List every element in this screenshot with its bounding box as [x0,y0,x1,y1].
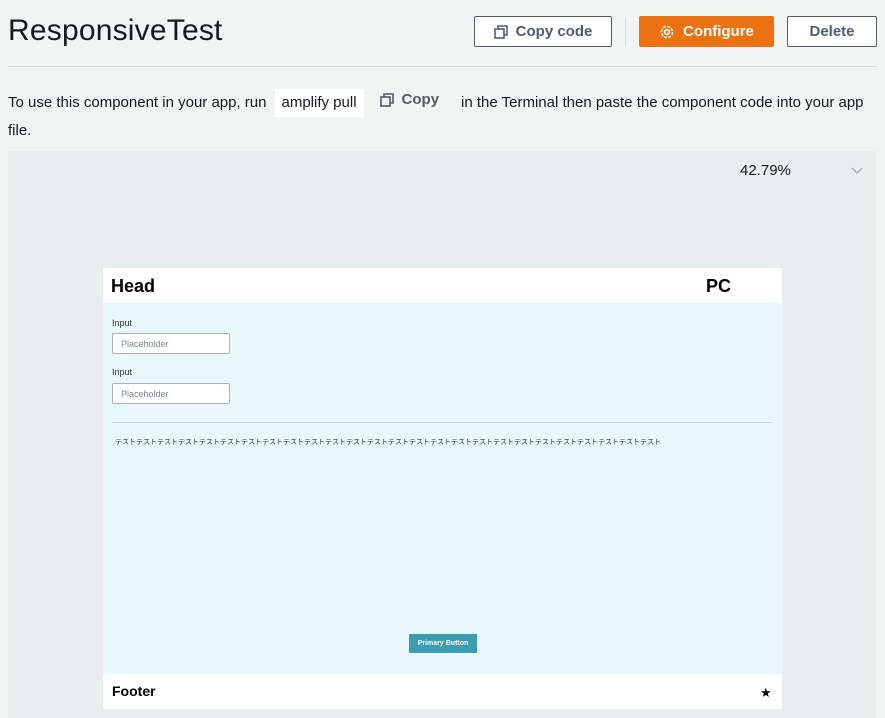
preview-divider [112,422,772,423]
configure-button[interactable]: Configure [639,16,774,47]
preview-body: Input Placeholder Input Placeholder テストテ… [103,303,782,674]
configure-label: Configure [683,23,754,40]
delete-label: Delete [809,23,855,40]
input-label: Input [112,318,133,328]
preview-input-field[interactable]: Placeholder [112,383,230,404]
copy-code-label: Copy code [515,23,593,40]
page-title: ResponsiveTest [8,14,223,47]
usage-instructions: To use this component in your app, run am… [8,86,868,145]
copy-command-label: Copy [401,91,440,108]
preview-footer-title: Footer [112,683,156,699]
instructions-prefix: To use this component in your app, run [8,94,267,111]
copy-code-button[interactable]: Copy code [474,16,612,47]
gear-icon [660,25,674,38]
command-snippet: amplify pull [274,89,364,117]
preview-input-field[interactable]: Placeholder [112,333,230,354]
header-separator [625,17,626,47]
preview-text: テストテストテストテストテストテストテストテストテストテストテストテストテストテ… [115,439,661,446]
copy-command-button[interactable]: Copy [379,86,440,114]
star-icon: ★ [760,685,772,700]
preview-footer: Footer ★ [103,674,782,709]
input-label: Input [112,367,133,377]
copy-icon [493,24,508,39]
preview-header: Head PC [103,268,782,303]
zoom-level[interactable]: 42.79% [740,162,791,179]
chevron-down-icon[interactable] [850,166,864,176]
header-divider [8,66,877,67]
preview-head-title: Head [111,276,156,296]
primary-button[interactable]: Primary Button [409,634,477,653]
preview-canvas: Head PC Input Placeholder Input Placehol… [103,268,782,709]
copy-icon [379,93,394,107]
preview-breakpoint-label: PC [706,276,732,296]
delete-button[interactable]: Delete [787,16,877,47]
